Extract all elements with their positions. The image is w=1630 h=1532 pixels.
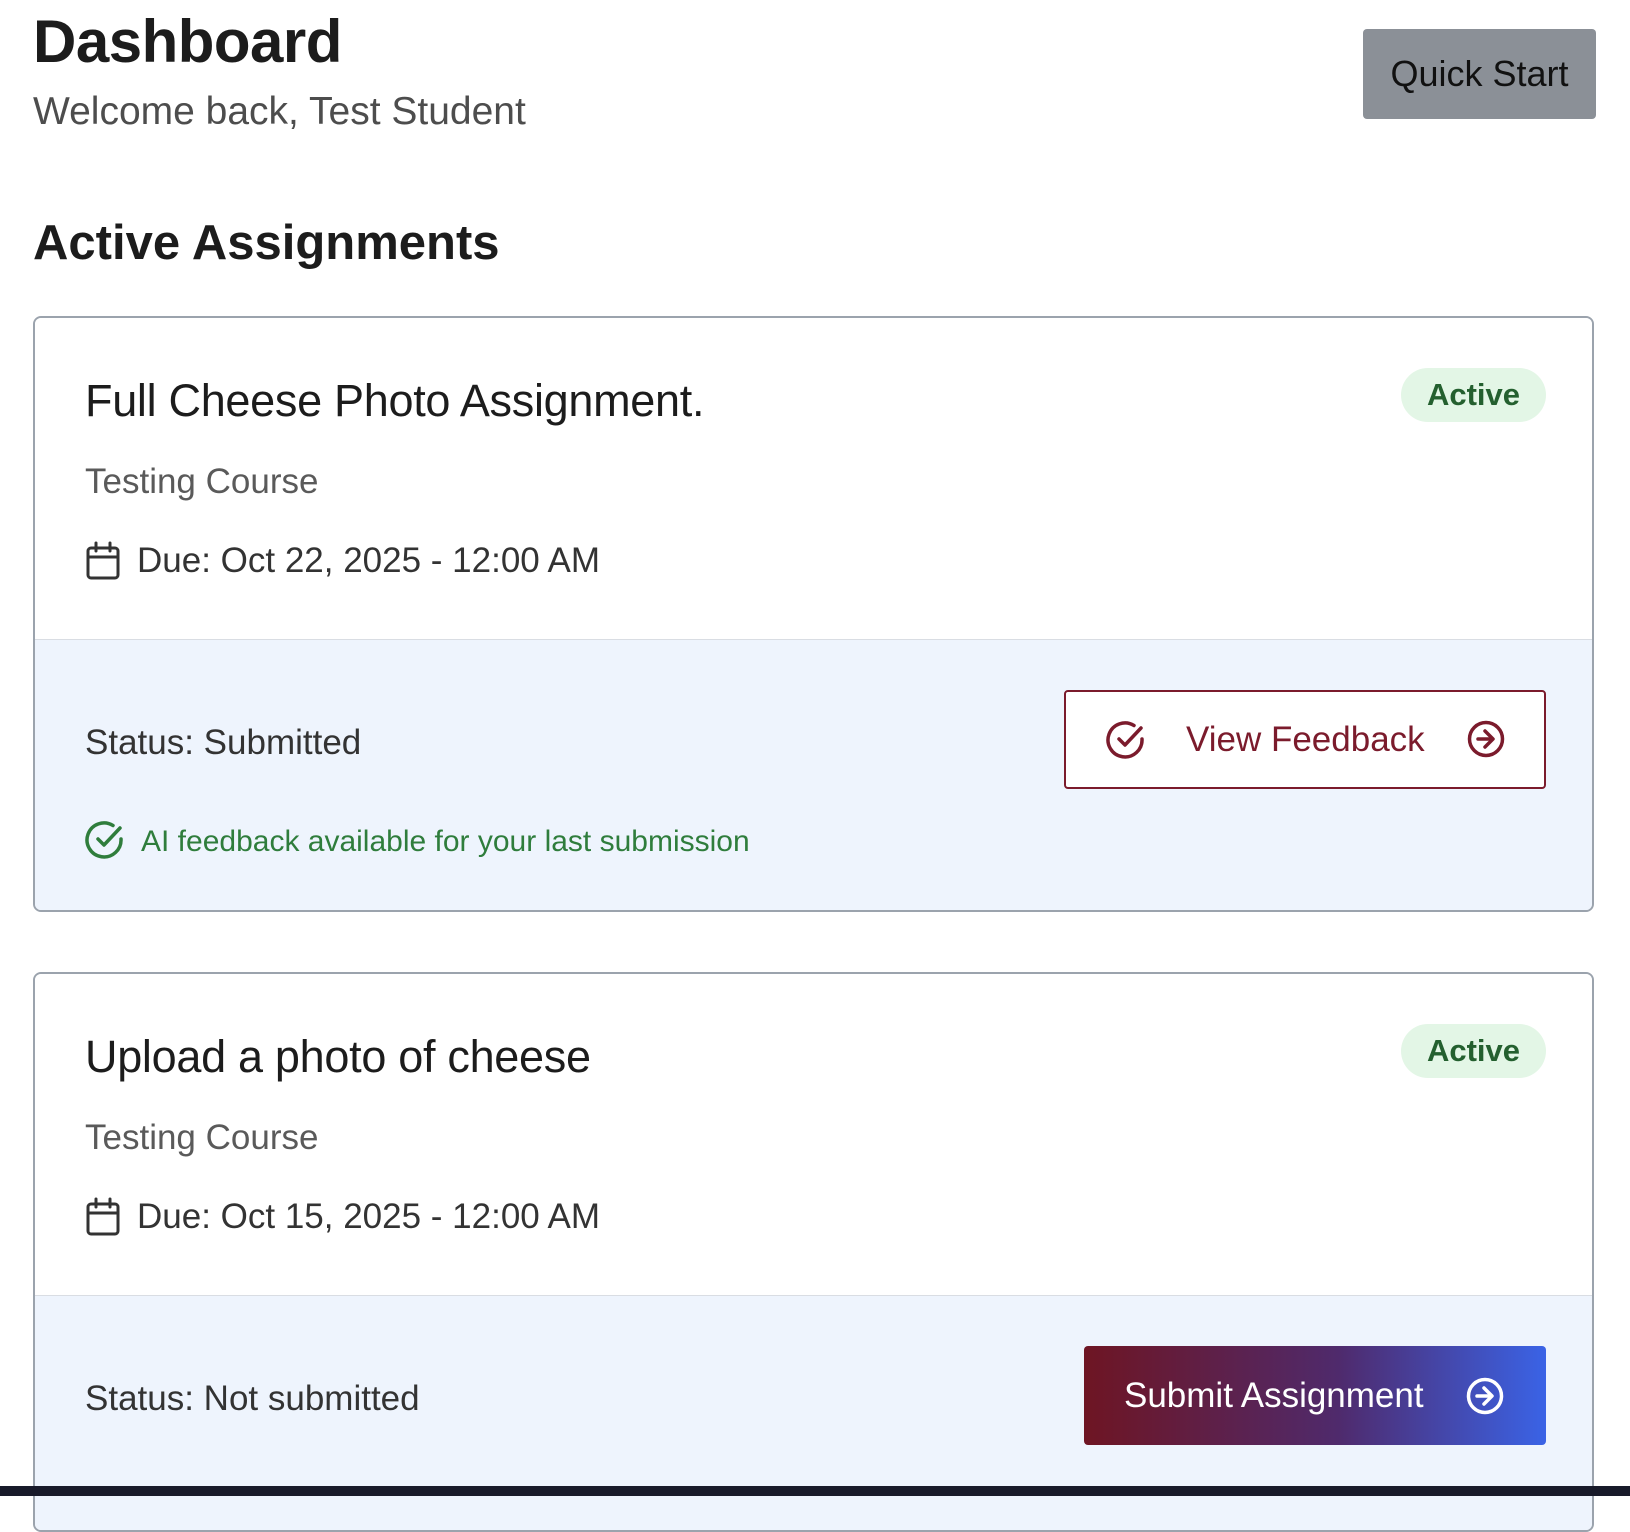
- assignment-title: Full Cheese Photo Assignment.: [85, 375, 705, 426]
- section-title-active-assignments: Active Assignments: [33, 216, 500, 270]
- calendar-icon: [85, 541, 121, 581]
- assignment-card: Upload a photo of cheese Active Testing …: [33, 972, 1594, 1532]
- bottom-edge-bar: [0, 1486, 1630, 1496]
- arrow-circle-right-icon: [1465, 1376, 1505, 1421]
- status-badge: Active: [1401, 1024, 1546, 1078]
- assignment-card-header: Upload a photo of cheese Active Testing …: [35, 974, 1592, 1296]
- due-date-row: Due: Oct 15, 2025 - 12:00 AM: [85, 1194, 600, 1240]
- due-date: Due: Oct 15, 2025 - 12:00 AM: [137, 1197, 601, 1236]
- assignment-card-footer: Status: Submitted View Feedback AI feedb…: [35, 640, 1592, 910]
- course-name: Testing Course: [85, 1118, 319, 1157]
- arrow-circle-right-icon: [1466, 719, 1506, 764]
- due-date: Due: Oct 22, 2025 - 12:00 AM: [137, 541, 601, 580]
- submit-assignment-label: Submit Assignment: [1124, 1376, 1424, 1415]
- check-circle-icon: [1106, 720, 1146, 765]
- view-feedback-label: View Feedback: [1186, 720, 1425, 759]
- view-feedback-button[interactable]: View Feedback: [1064, 690, 1546, 789]
- submission-status: Status: Not submitted: [85, 1379, 420, 1418]
- page-title: Dashboard: [33, 8, 342, 75]
- due-date-row: Due: Oct 22, 2025 - 12:00 AM: [85, 538, 600, 584]
- assignment-title: Upload a photo of cheese: [85, 1031, 591, 1082]
- status-badge: Active: [1401, 368, 1546, 422]
- ai-feedback-text: AI feedback available for your last subm…: [141, 825, 750, 858]
- quick-start-button[interactable]: Quick Start: [1363, 29, 1596, 119]
- submit-assignment-button[interactable]: Submit Assignment: [1084, 1346, 1546, 1445]
- check-circle-icon: [85, 820, 125, 865]
- ai-feedback-note: AI feedback available for your last subm…: [85, 820, 750, 865]
- assignment-card: Full Cheese Photo Assignment. Active Tes…: [33, 316, 1594, 912]
- assignment-card-header: Full Cheese Photo Assignment. Active Tes…: [35, 318, 1592, 640]
- welcome-message: Welcome back, Test Student: [33, 90, 526, 133]
- course-name: Testing Course: [85, 462, 319, 501]
- submission-status: Status: Submitted: [85, 723, 362, 762]
- calendar-icon: [85, 1197, 121, 1237]
